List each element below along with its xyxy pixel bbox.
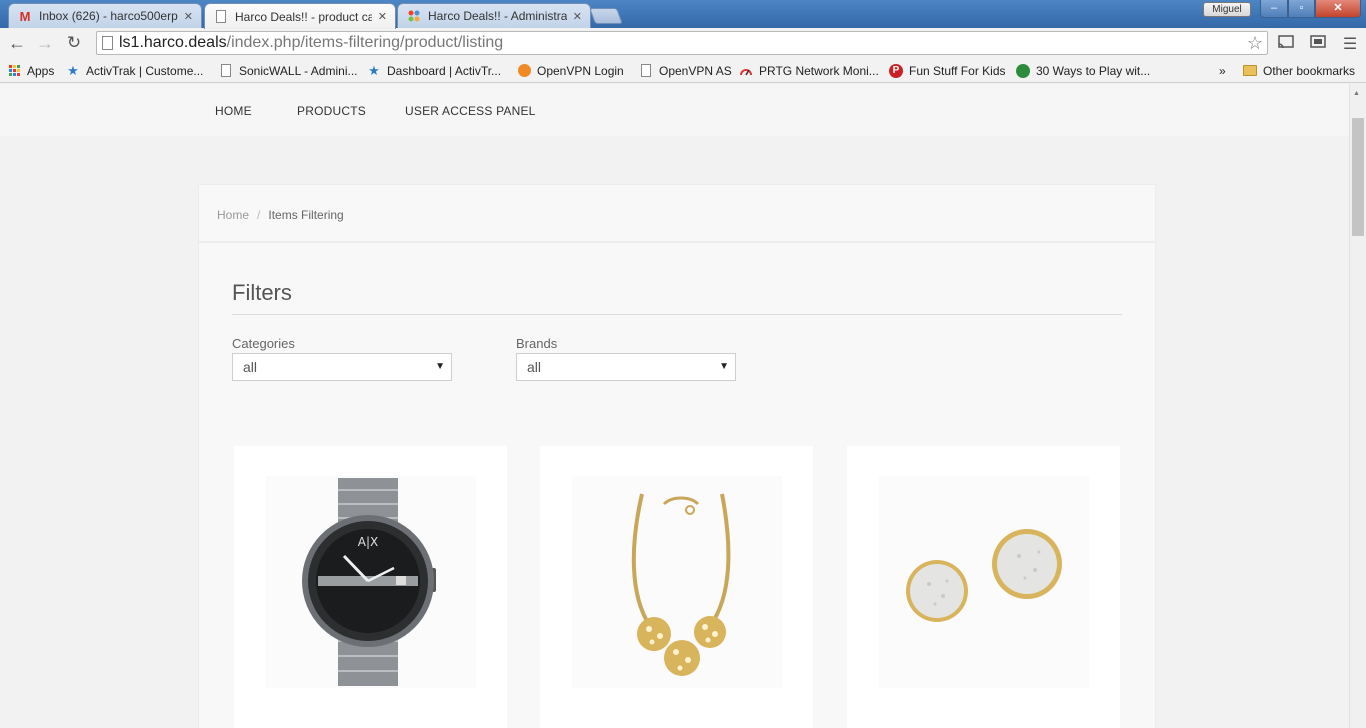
bookmark-30-ways[interactable]: 30 Ways to Play wit... [1016,62,1150,79]
close-tab-icon[interactable]: ✕ [378,10,387,23]
url-path: /index.php/items-filtering/product/listi… [226,34,504,51]
categories-value: all [243,359,258,375]
svg-text:A|X: A|X [358,535,378,549]
other-bookmarks[interactable]: Other bookmarks [1243,62,1355,79]
product-card[interactable] [847,446,1120,728]
prtg-icon [739,64,753,78]
bookmark-label: Fun Stuff For Kids [909,63,1006,78]
menu-icon[interactable]: ☰ [1340,34,1360,53]
scroll-up-arrow-icon[interactable]: ▲ [1353,90,1360,97]
bookmark-activtrak-dashboard[interactable]: ★ Dashboard | ActivTr... [367,62,501,79]
close-tab-icon[interactable]: ✕ [573,10,582,23]
url-host: ls1.harco.deals [119,34,227,51]
divider [199,241,1155,243]
folder-icon [1243,64,1257,78]
breadcrumb-home[interactable]: Home [217,208,249,222]
site-icon [1016,63,1030,78]
bookmark-label: Apps [27,63,55,78]
bookmark-label: OpenVPN AS [659,63,732,78]
bookmark-label: Dashboard | ActivTr... [387,63,502,78]
maximize-button[interactable]: ▫ [1288,0,1315,18]
nav-home[interactable]: HOME [215,104,252,118]
apps-grid-icon [7,64,21,78]
breadcrumb-current: Items Filtering [268,208,344,222]
filters-heading: Filters [232,280,292,305]
close-window-button[interactable]: ✕ [1315,0,1361,18]
bookmark-star-icon[interactable]: ☆ [1247,32,1263,54]
divider [232,314,1122,315]
page-icon [213,9,229,25]
bookmark-label: Other bookmarks [1263,63,1356,78]
new-tab-button[interactable] [589,8,623,24]
page-icon [219,64,233,78]
bookmark-openvpn-as[interactable]: OpenVPN AS [639,62,732,79]
back-button[interactable]: ← [6,32,28,54]
tab-title: Harco Deals!! - product ca [235,9,372,24]
nav-user-access-panel[interactable]: USER ACCESS PANEL [405,104,536,118]
watch-image[interactable]: A|X [266,476,476,688]
page-scrollbar[interactable]: ▲ [1349,84,1366,728]
earrings-image[interactable] [879,476,1089,688]
bookmark-label: OpenVPN Login [537,63,624,78]
breadcrumb-separator: / [257,208,261,222]
pinterest-icon: P [889,63,903,78]
address-bar[interactable]: ls1.harco.deals/index.php/items-filterin… [96,31,1268,55]
tab-title: Inbox (626) - harco500erp [39,9,178,23]
product-card[interactable]: A|X [234,446,507,728]
page-icon [102,36,113,50]
minimize-button[interactable]: – [1260,0,1288,18]
bookmark-sonicwall[interactable]: SonicWALL - Admini... [219,62,358,79]
brands-value: all [527,359,542,375]
activtrak-icon: ★ [368,62,380,78]
categories-select[interactable]: all ▼ [232,353,452,381]
necklace-image[interactable] [572,476,782,688]
browser-titlebar: M Inbox (626) - harco500erp ✕ Harco Deal… [0,0,1366,29]
bookmark-openvpn-login[interactable]: OpenVPN Login [517,62,624,79]
close-tab-icon[interactable]: ✕ [184,10,193,23]
page-viewport: HOME PRODUCTS USER ACCESS PANEL Home / Ite… [0,84,1349,728]
reload-button[interactable]: ↻ [63,32,85,54]
brands-select[interactable]: all ▼ [516,353,736,381]
bookmarks-overflow-button[interactable]: » [1219,62,1226,79]
scrollbar-thumb[interactable] [1352,118,1364,236]
bookmark-label: 30 Ways to Play wit... [1036,63,1151,78]
nav-products[interactable]: PRODUCTS [297,104,366,118]
bookmarks-bar: Apps ★ ActivTrak | Custome... SonicWALL … [0,58,1366,83]
joomla-icon [406,8,422,24]
tab-inbox[interactable]: M Inbox (626) - harco500erp ✕ [8,3,202,28]
brands-label: Brands [516,336,558,351]
content-panel: Home / Items Filtering Filters Categories … [198,184,1156,728]
bookmark-label: PRTG Network Moni... [759,63,879,78]
profile-button[interactable]: Miguel [1203,2,1251,17]
bookmark-apps[interactable]: Apps [7,62,54,79]
site-navigation: HOME PRODUCTS USER ACCESS PANEL [0,84,1349,136]
activtrak-icon: ★ [67,62,79,78]
breadcrumb: Home / Items Filtering [217,208,344,222]
dropdown-arrow-icon: ▼ [435,361,445,372]
bookmark-fun-stuff[interactable]: P Fun Stuff For Kids [889,62,1006,79]
tab-product-listing[interactable]: Harco Deals!! - product ca ✕ [204,3,396,29]
tab-title: Harco Deals!! - Administra [428,9,567,23]
forward-button[interactable]: → [34,32,56,54]
cast-icon[interactable] [1276,34,1296,52]
openvpn-icon [517,64,531,78]
bookmark-label: ActivTrak | Custome... [86,63,204,78]
page-icon [639,64,653,78]
cast-screen-icon[interactable] [1308,34,1328,52]
product-card[interactable] [540,446,813,728]
dropdown-arrow-icon: ▼ [719,361,729,372]
gmail-icon: M [19,8,31,24]
tab-administration[interactable]: Harco Deals!! - Administra ✕ [397,3,591,28]
categories-label: Categories [232,336,295,351]
browser-toolbar: ← → ↻ ls1.harco.deals/index.php/items-fi… [0,28,1366,58]
bookmark-label: SonicWALL - Admini... [239,63,358,78]
bookmark-activtrak-customer[interactable]: ★ ActivTrak | Custome... [66,62,203,79]
bookmark-prtg[interactable]: PRTG Network Moni... [739,62,879,79]
